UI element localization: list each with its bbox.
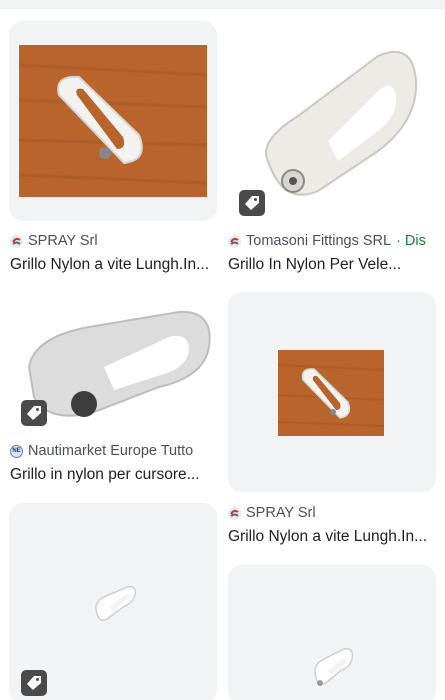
result-image-card[interactable] [9, 503, 217, 700]
result-title[interactable]: Grillo in nylon per cursore... [10, 466, 222, 484]
product-photo [19, 45, 207, 197]
result-source[interactable]: SPRAY Srl [10, 233, 217, 249]
result-source[interactable]: NE Nautimarket Europe Tutto [10, 443, 217, 459]
result-source-extra: · Dis [396, 233, 426, 249]
result-source[interactable]: SPRAY Srl [228, 505, 435, 521]
result-title[interactable]: Grillo Nylon a vite Lungh.In... [10, 256, 222, 274]
result-source-name: SPRAY Srl [246, 505, 316, 521]
product-photo [314, 647, 354, 686]
result-image-card[interactable] [228, 292, 436, 492]
result-source-name: Nautimarket Europe Tutto [28, 443, 194, 459]
result-source[interactable]: Tomasoni Fittings SRL · Dis [228, 233, 445, 249]
result-image-card[interactable] [9, 292, 217, 432]
top-bar [0, 0, 445, 9]
spray-favicon-icon [10, 234, 23, 248]
nautimarket-favicon-icon: NE [10, 444, 23, 458]
result-title[interactable]: Grillo In Nylon Per Vele... [228, 256, 440, 274]
product-photo [95, 585, 137, 621]
result-title[interactable]: Grillo Nylon a vite Lungh.In... [228, 528, 440, 546]
spray-favicon-icon [228, 506, 241, 520]
shopping-tag-icon [21, 670, 47, 696]
product-photo [278, 350, 384, 436]
result-source-name: Tomasoni Fittings SRL [246, 233, 392, 249]
result-source-name: SPRAY Srl [28, 233, 98, 249]
tomasoni-favicon-icon [228, 234, 241, 248]
result-image-card[interactable] [9, 21, 217, 221]
shopping-tag-icon [21, 400, 47, 426]
result-image-card[interactable] [228, 21, 436, 221]
result-image-card[interactable] [228, 565, 436, 700]
shopping-tag-icon [239, 190, 265, 216]
